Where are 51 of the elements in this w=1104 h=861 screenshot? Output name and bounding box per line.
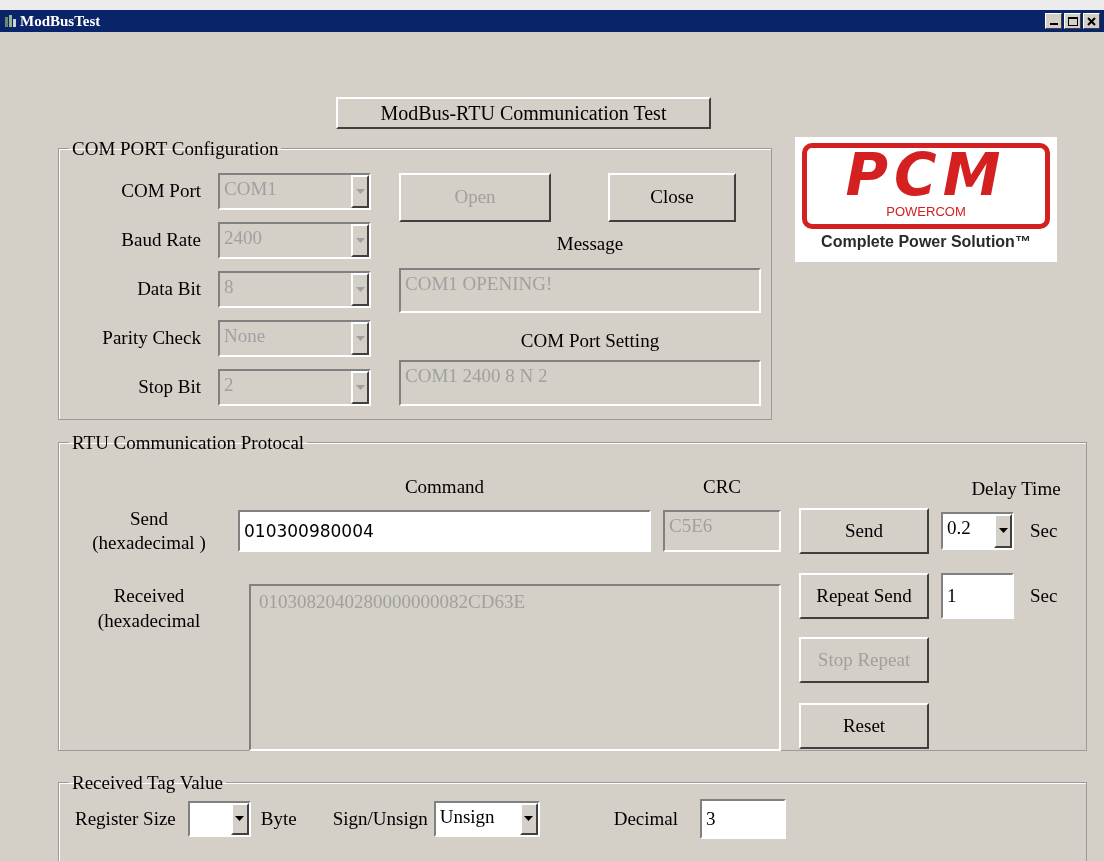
register-size-dropdown[interactable] (187, 800, 251, 837)
group-title: RTU Communication Protocal (71, 431, 306, 455)
caret-icon (524, 816, 534, 822)
close-icon (1087, 16, 1096, 26)
maximize-icon (1067, 16, 1078, 26)
caret-icon (355, 384, 365, 390)
caret-icon (355, 188, 365, 194)
close-button[interactable] (1083, 13, 1100, 29)
field-label: Register Size (75, 806, 176, 831)
caret-icon (235, 816, 245, 822)
field-label: Received (hexadecimal (96, 583, 202, 633)
column-label: Delay Time (970, 477, 1062, 501)
interval-input[interactable]: 1 (941, 572, 1014, 619)
field-label: COM Port Setting (520, 328, 660, 353)
unit-label: Sec (1030, 518, 1058, 543)
field-label: Data Bit (136, 277, 201, 301)
field-label: Baud Rate (120, 228, 201, 252)
button[interactable]: Reset (799, 702, 929, 749)
sign-dropdown[interactable]: Unsign (433, 800, 540, 837)
command-input[interactable]: 010300980004 (238, 509, 651, 552)
field-label: Decimal (613, 806, 679, 831)
delay-dropdown[interactable]: 0.2 (941, 511, 1014, 550)
column-label: CRC (702, 475, 742, 499)
logo-tagline: Complete Power Solution™ (821, 232, 1031, 252)
app-icon (4, 14, 18, 28)
minimize-icon (1049, 23, 1058, 25)
unit-label: Byte (260, 806, 297, 831)
logo-brand: POWERCOM (886, 205, 966, 218)
title-button[interactable]: ModBus-RTU Communication Test (336, 97, 711, 129)
caret-icon (355, 286, 365, 292)
field-label: Sign/Unsign (332, 806, 428, 831)
unit-label: Sec (1030, 583, 1058, 608)
caret-icon (355, 335, 365, 341)
group-title: Received Tag Value (71, 771, 224, 795)
button[interactable]: Repeat Send (799, 572, 929, 619)
window-title: ModBusTest (20, 13, 101, 29)
button[interactable]: Send (799, 507, 929, 554)
field-label: Message (556, 231, 624, 256)
caret-icon (998, 528, 1008, 534)
field-label: COM Port (120, 179, 201, 203)
logo-mark: PCM (845, 146, 1007, 204)
group-title: COM PORT Configuration (71, 137, 280, 161)
maximize-button[interactable] (1064, 13, 1081, 29)
decimal-input[interactable]: 3 (700, 798, 787, 839)
column-label: Command (403, 475, 486, 499)
field-label: Stop Bit (137, 375, 201, 399)
field-label: Parity Check (101, 326, 201, 350)
minimize-button[interactable] (1045, 13, 1062, 29)
caret-icon (355, 237, 365, 243)
button[interactable]: Close (608, 172, 736, 222)
field-label: Send (hexadecimal ) (91, 506, 207, 555)
